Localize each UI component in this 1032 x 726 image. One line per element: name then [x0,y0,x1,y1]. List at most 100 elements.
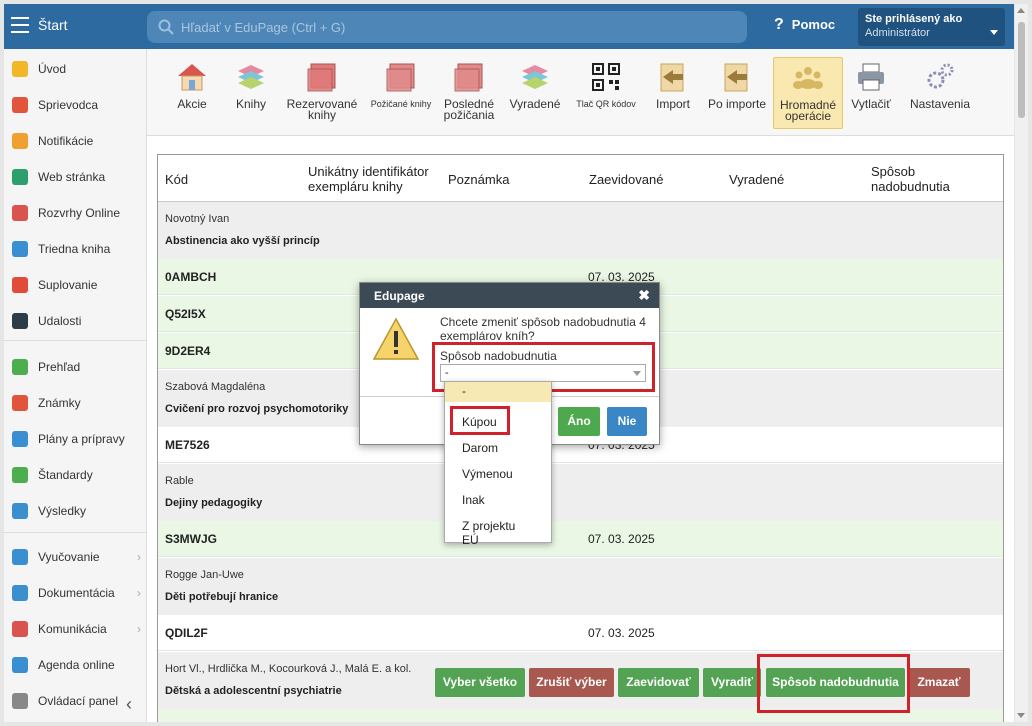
check-circle-icon [12,359,28,375]
book-author: Rogge Jan-Uwe [165,569,244,581]
column-header[interactable]: Unikátny identifikátor exempláru knihy [308,164,438,194]
search-box[interactable]: Hľadať v EduPage (Ctrl + G) [147,11,747,43]
sidebar-item-6[interactable]: Suplovanie [4,268,147,304]
discard-button[interactable]: Vyradiť [703,668,761,697]
sidebar-item-16[interactable]: Agenda online [4,648,147,684]
toolbar-label: Import [655,97,690,111]
column-header[interactable]: Poznámka [448,172,578,187]
registered-date: 07. 03. 2025 [588,626,655,640]
table-row[interactable]: S3MWJG 07. 03. 2025 [158,521,1003,557]
column-header[interactable]: Spôsob nadobudnutia [871,164,991,194]
toolbar-label: Tlač QR kódov [576,99,636,109]
app-window: Štart Hľadať v EduPage (Ctrl + G) ? Pomoc… [4,4,1014,722]
warning-icon [372,317,420,360]
sidebar-item-label: Sprievodca [38,98,99,112]
last-borrow-icon [453,61,485,93]
grades-icon [12,395,28,411]
toolbar-qr-button[interactable]: Tlač QR kódov [572,57,640,129]
dialog-header: Edupage ✖ [360,283,659,308]
book-author: Rable [165,475,194,487]
toolbar-books-stack-button[interactable]: Knihy [226,57,276,129]
sidebar-item-7[interactable]: Udalosti [4,304,147,340]
sidebar-item-1[interactable]: Sprievodca [4,88,147,124]
sidebar-item-12[interactable]: Výsledky [4,494,147,530]
star-icon [12,61,28,77]
toolbar-house-button[interactable]: Akcie [167,57,217,129]
scroll-thumb[interactable] [1018,22,1025,118]
printer-icon [855,61,887,93]
dropdown-option[interactable]: Darom [445,435,551,461]
sidebar-item-label: Plány a prípravy [38,432,125,446]
copy-code: ME7526 [165,438,210,452]
sidebar-item-label: Agenda online [38,658,115,672]
search-icon [158,19,174,35]
scroll-down-icon[interactable] [1017,713,1025,718]
sidebar-item-2[interactable]: Notifikácie [4,124,147,160]
toolbar-reserved-button[interactable]: Rezervované knihy [284,57,360,129]
sidebar-item-label: Známky [38,396,81,410]
user-menu[interactable]: Ste prihlásený ako Administrátor [858,8,1005,46]
dropdown-option[interactable]: Z projektu EÚ [445,513,551,547]
toolbar-label: Knihy [235,97,267,111]
no-button[interactable]: Nie [607,407,647,436]
start-link[interactable]: Štart [38,17,68,33]
dropdown-option[interactable]: Výmenou [445,461,551,487]
sidebar-item-5[interactable]: Triedna kniha [4,232,147,268]
menu-icon[interactable] [11,17,29,33]
dropdown-option[interactable]: Inak [445,487,551,513]
sidebar-item-label: Úvod [38,62,67,76]
dialog-title: Edupage [374,289,425,303]
sidebar-item-15[interactable]: Komunikácia › [4,612,147,648]
sidebar-item-13[interactable]: Vyučovanie › [4,540,147,576]
toolbar-borrowed-button[interactable]: Požičané knihy [368,57,434,129]
chevron-right-icon: › [137,622,141,636]
toolbar-last-borrow-button[interactable]: Posledné požičania [437,57,501,129]
column-header[interactable]: Kód [165,172,285,187]
toolbar-group-button[interactable]: Hromadné operácie [773,57,843,129]
sidebar-item-3[interactable]: Web stránka [4,160,147,196]
sidebar-item-label: Dokumentácia [38,586,115,600]
house-icon [176,61,208,93]
toolbar-settings-button[interactable]: Nastavenia [905,57,975,129]
sidebar-item-label: Notifikácie [38,134,94,148]
toolbar-import-button[interactable]: Import [647,57,699,129]
sidebar-item-label: Triedna kniha [38,242,111,256]
page-scrollbar[interactable] [1015,4,1028,722]
toolbar-after-import-button[interactable]: Po importe [704,57,770,129]
table-row[interactable]: QDIL2F 07. 03. 2025 [158,615,1003,651]
shield-icon [12,467,28,483]
sidebar-item-label: Štandardy [38,468,93,482]
sidebar-item-4[interactable]: Rozvrhy Online [4,196,147,232]
sidebar-item-8[interactable]: Prehľad [4,350,147,386]
column-header[interactable]: Vyradené [729,172,859,187]
column-header[interactable]: Zaevidované [589,172,719,187]
dropdown-option[interactable]: - [445,382,551,402]
chat-icon [12,621,28,637]
highlight-acquisition-button [757,654,910,713]
dialog-message: Chcete zmeniť spôsob nadobudnutia 4 exem… [440,315,646,343]
delete-button[interactable]: Zmazať [908,668,970,697]
sidebar-item-0[interactable]: Úvod [4,52,147,88]
sidebar-item-9[interactable]: Známky [4,386,147,422]
collapse-sidebar-icon[interactable]: ‹ [126,694,132,715]
help-button[interactable]: ? Pomoc [774,16,835,34]
copy-code: Q52I5X [165,307,206,321]
gear-icon [12,693,28,709]
cancel-selection-button[interactable]: Zrušiť výber [529,668,614,697]
yes-button[interactable]: Áno [558,407,600,436]
sidebar-item-10[interactable]: Plány a prípravy [4,422,147,458]
toolbar-printer-button[interactable]: Vytlačiť [846,57,896,129]
sidebar-item-14[interactable]: Dokumentácia › [4,576,147,612]
select-all-button[interactable]: Vyber všetko [435,668,525,697]
module-toolbar: Akcie Knihy Rezervované knihy Požičané knih… [147,49,1014,136]
sidebar-item-label: Prehľad [38,360,81,374]
close-icon[interactable]: ✖ [638,287,650,304]
register-button[interactable]: Zaevidovať [618,668,699,697]
registered-date: 07. 03. 2025 [588,720,655,722]
book-group-header: Rable Dejiny pedagogiky [158,464,1003,521]
scroll-up-icon[interactable] [1017,8,1025,13]
sidebar-item-11[interactable]: Štandardy [4,458,147,494]
book-group-header: Novotný Ivan Abstinencia ako vyšší princí… [158,202,1003,259]
toolbar-discarded-button[interactable]: Vyradené [506,57,564,129]
search-placeholder: Hľadať v EduPage (Ctrl + G) [181,20,346,35]
